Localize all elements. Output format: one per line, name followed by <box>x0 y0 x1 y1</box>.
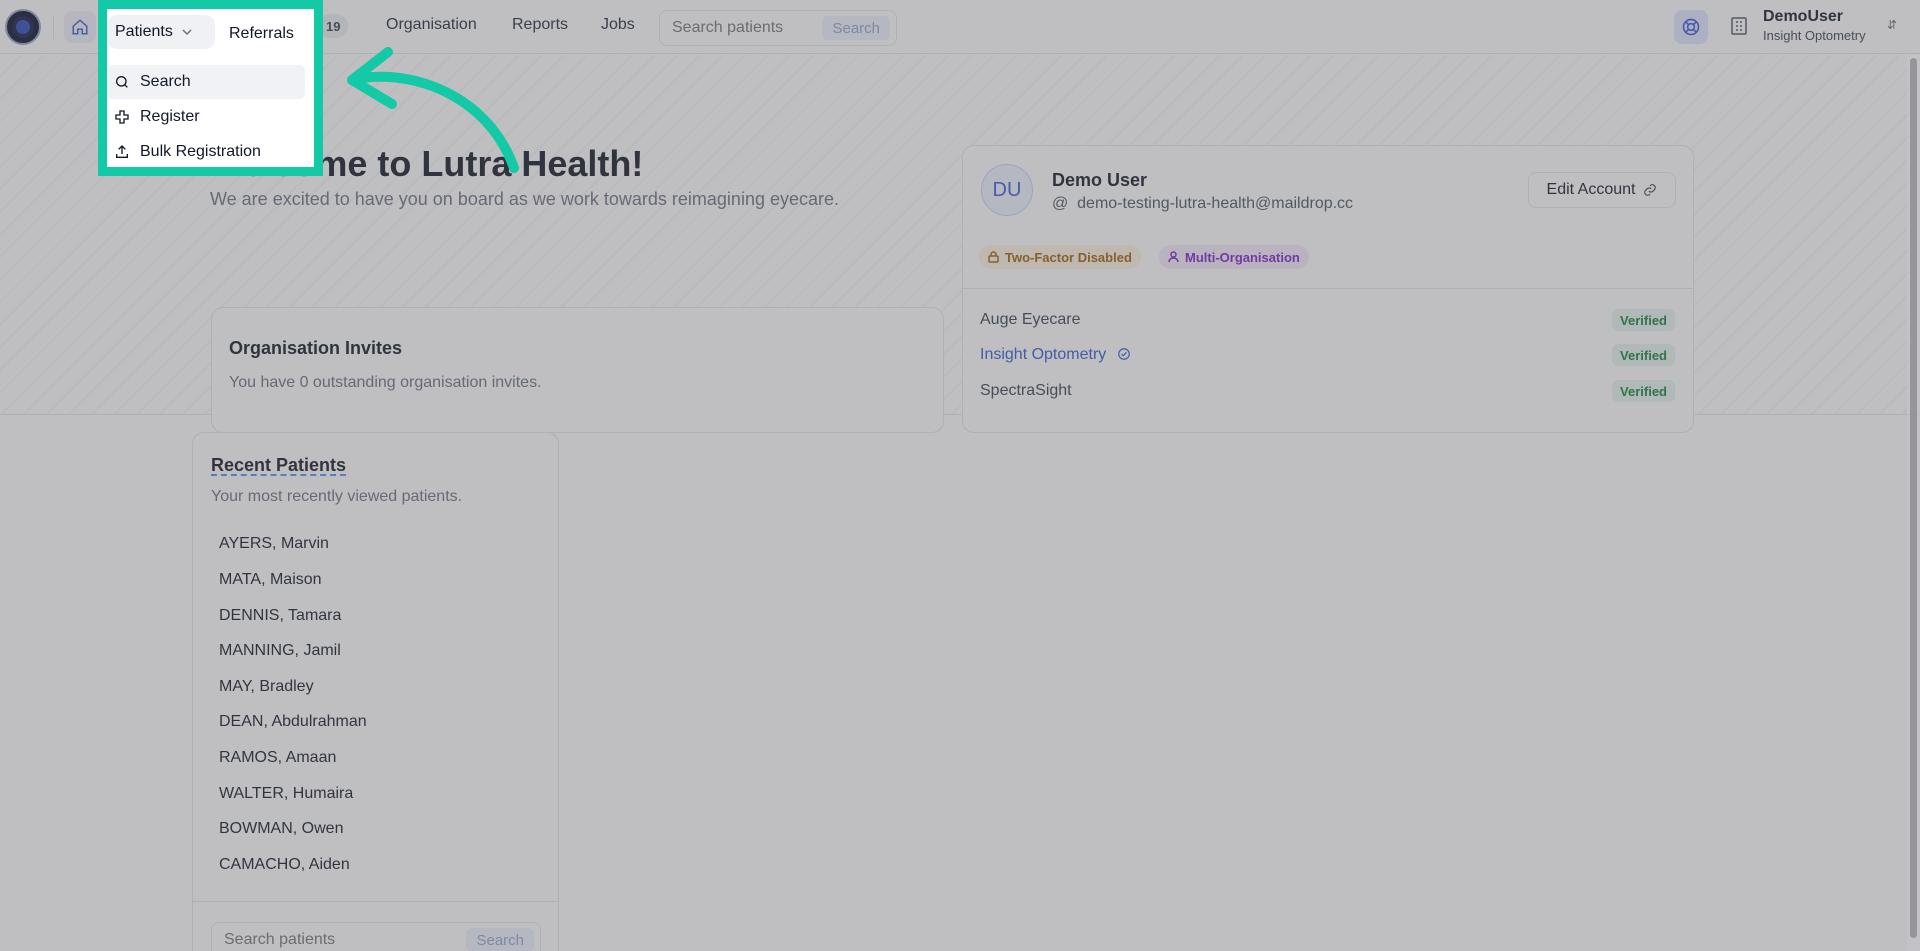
patient-list-item[interactable]: DENNIS, Tamara <box>219 607 341 625</box>
top-search-box: Search <box>659 10 897 46</box>
recent-patients-subtitle: Your most recently viewed patients. <box>211 488 463 505</box>
patient-list-item[interactable]: MATA, Maison <box>219 571 322 589</box>
account-card: DU Demo User @ demo-testing-lutra-health… <box>962 145 1694 433</box>
chevron-down-icon <box>182 29 192 36</box>
nav-divider <box>53 15 54 39</box>
lock-icon <box>988 251 999 263</box>
edit-account-button[interactable]: Edit Account <box>1528 172 1676 208</box>
building-icon <box>1731 17 1747 35</box>
account-email: @ demo-testing-lutra-health@maildrop.cc <box>1052 195 1353 213</box>
user-icon <box>1168 251 1179 263</box>
recent-search-button[interactable]: Search <box>466 928 534 951</box>
highlight-box: Patients Referrals Search Register Bulk … <box>98 0 323 176</box>
top-search-input[interactable] <box>672 19 812 37</box>
nav-patients-button[interactable]: Patients <box>107 15 215 49</box>
welcome-subtitle: We are excited to have you on board as w… <box>210 189 839 209</box>
patient-list-item[interactable]: MAY, Bradley <box>219 678 314 696</box>
account-name: Demo User <box>1052 170 1148 190</box>
verified-badge: Verified <box>1612 380 1675 402</box>
invites-text: You have 0 outstanding organisation invi… <box>229 374 542 391</box>
chevron-updown-icon[interactable]: ⇵ <box>1887 18 1897 32</box>
two-factor-label: Two-Factor Disabled <box>1005 249 1132 265</box>
upload-icon <box>116 145 128 158</box>
highlight-nav: Patients Referrals <box>107 9 314 53</box>
multi-organisation-label: Multi-Organisation <box>1185 249 1300 265</box>
account-divider <box>963 288 1693 289</box>
lutra-logo[interactable] <box>5 9 41 45</box>
user-name[interactable]: DemoUser <box>1763 8 1843 26</box>
patient-list-item[interactable]: MANNING, Jamil <box>219 642 341 660</box>
menu-item-label: Search <box>140 73 191 90</box>
patient-list-item[interactable]: WALTER, Humaira <box>219 785 353 803</box>
user-organisation[interactable]: Insight Optometry <box>1763 28 1866 43</box>
plus-icon <box>115 110 129 124</box>
recent-search-box: Search <box>211 922 541 951</box>
nav-organisation[interactable]: Organisation <box>386 16 477 34</box>
menu-item-bulk-registration[interactable]: Bulk Registration <box>107 135 305 169</box>
patient-list-item[interactable]: CAMACHO, Aiden <box>219 856 350 874</box>
recent-divider <box>193 901 558 902</box>
support-button[interactable] <box>1674 10 1708 44</box>
org-name: Insight Optometry <box>980 346 1107 363</box>
edit-account-label: Edit Account <box>1546 181 1636 198</box>
org-row-auge-eyecare[interactable]: Auge Eyecare <box>980 311 1081 329</box>
link-icon <box>1644 184 1657 196</box>
nav-referrals[interactable]: Referrals <box>229 25 294 43</box>
menu-item-label: Register <box>140 108 200 125</box>
menu-item-register[interactable]: Register <box>107 100 305 134</box>
account-email-text: demo-testing-lutra-health@maildrop.cc <box>1077 195 1354 212</box>
nav-reports[interactable]: Reports <box>512 16 568 34</box>
check-circle-icon <box>1117 348 1130 360</box>
recent-search-input[interactable] <box>224 931 424 949</box>
multi-organisation-badge: Multi-Organisation <box>1159 245 1309 269</box>
organisation-invites-card: Organisation Invites You have 0 outstand… <box>211 307 944 433</box>
top-search-button[interactable]: Search <box>822 16 890 40</box>
invites-title: Organisation Invites <box>229 338 403 358</box>
search-icon <box>116 76 128 88</box>
menu-item-search[interactable]: Search <box>107 65 305 99</box>
patient-list-item[interactable]: BOWMAN, Owen <box>219 820 343 838</box>
avatar: DU <box>981 164 1033 216</box>
two-factor-badge: Two-Factor Disabled <box>979 245 1141 269</box>
lifebuoy-icon <box>1682 18 1700 36</box>
patient-list-item[interactable]: AYERS, Marvin <box>219 535 329 553</box>
org-row-insight-optometry[interactable]: Insight Optometry <box>980 346 1131 364</box>
home-button[interactable] <box>64 11 96 43</box>
recent-patients-card: Recent Patients Your most recently viewe… <box>192 432 559 951</box>
verified-badge: Verified <box>1612 344 1675 366</box>
patient-list-item[interactable]: DEAN, Abdulrahman <box>219 713 367 731</box>
at-icon: @ <box>1052 195 1069 212</box>
org-row-spectrasight[interactable]: SpectraSight <box>980 382 1072 400</box>
patient-list-item[interactable]: RAMOS, Amaan <box>219 749 336 767</box>
home-icon <box>72 19 88 35</box>
nav-jobs[interactable]: Jobs <box>601 16 635 34</box>
patients-label: Patients <box>115 23 173 40</box>
verified-badge: Verified <box>1612 309 1675 331</box>
recent-patients-title[interactable]: Recent Patients <box>211 455 346 476</box>
scrollbar-thumb[interactable] <box>1910 58 1917 938</box>
menu-item-label: Bulk Registration <box>140 143 261 160</box>
